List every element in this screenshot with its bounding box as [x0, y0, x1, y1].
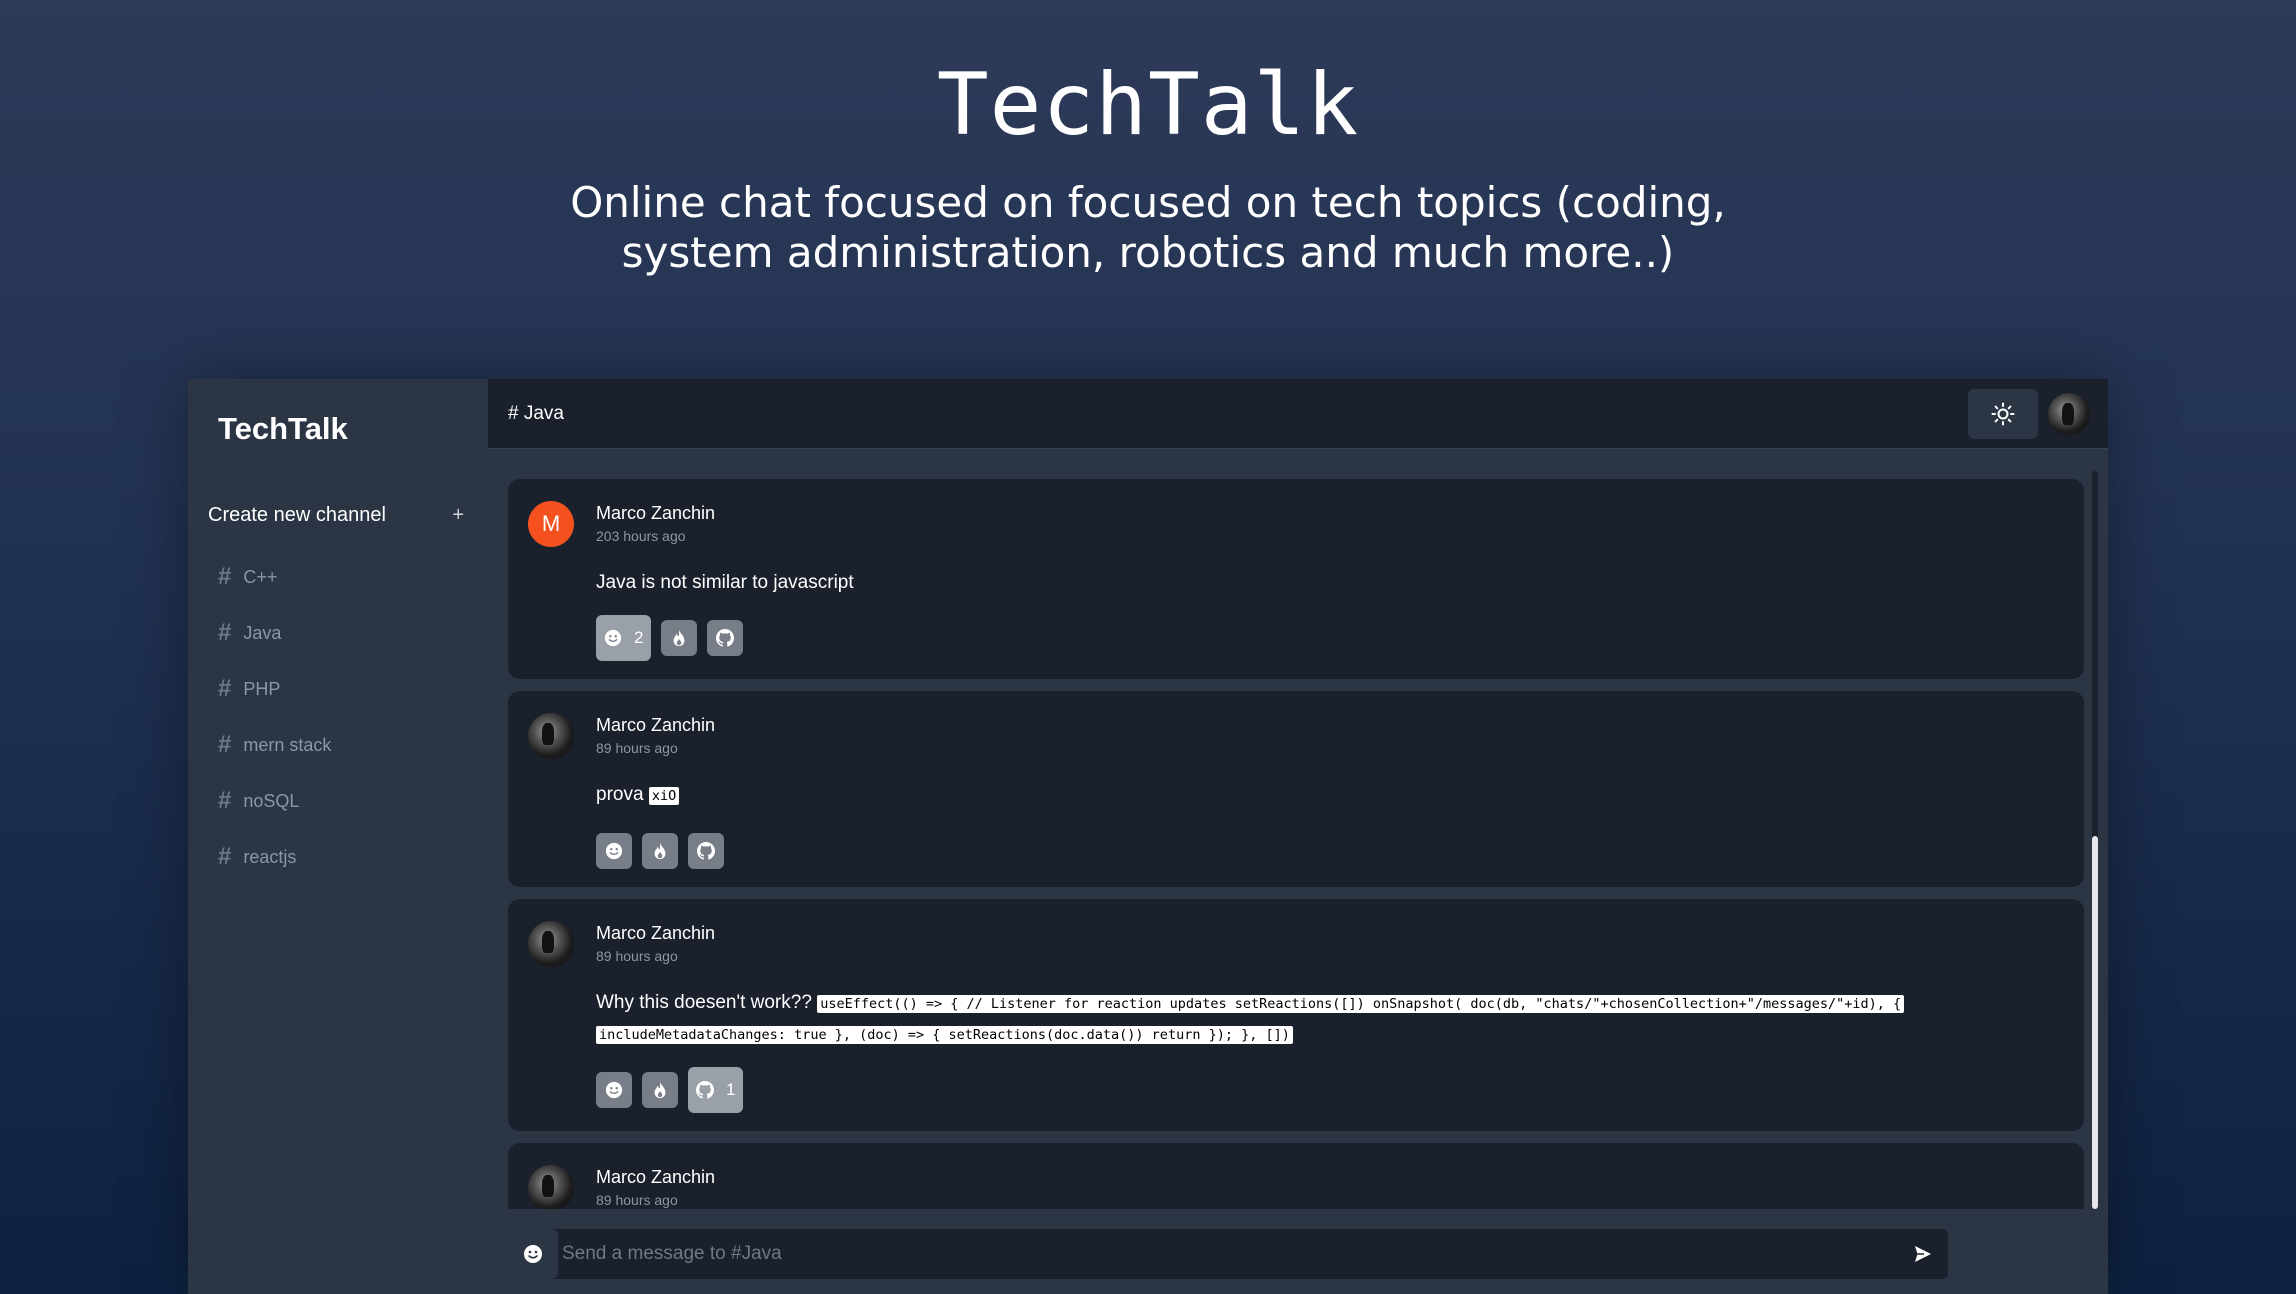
- smile-icon: [604, 629, 622, 647]
- message-item: M Marco Zanchin 203 hours ago Java is no…: [508, 479, 2084, 679]
- hash-icon: #: [218, 619, 232, 646]
- channel-label: noSQL: [243, 790, 300, 811]
- sun-icon: [1991, 402, 2015, 426]
- message-text: prova xiO: [596, 780, 2064, 811]
- reaction-smile-button[interactable]: [596, 1072, 632, 1108]
- message-author: Marco Zanchin: [596, 715, 716, 735]
- create-channel-button[interactable]: Create new channel +: [208, 495, 468, 535]
- hash-icon: #: [218, 675, 232, 702]
- channel-label: C++: [243, 566, 278, 587]
- send-button[interactable]: [1898, 1229, 1948, 1279]
- avatar: M: [528, 501, 574, 547]
- hero-subtitle: Online chat focused on focused on tech t…: [570, 178, 1726, 277]
- reaction-bar: 2: [596, 615, 2064, 661]
- sidebar: TechTalk Create new channel + # C++ # Ja…: [188, 379, 488, 1294]
- fire-icon: [674, 629, 685, 647]
- reaction-count: 1: [726, 1080, 736, 1099]
- plus-icon: +: [452, 503, 464, 526]
- emoji-picker-button[interactable]: [508, 1229, 558, 1279]
- brand-logo: TechTalk: [218, 411, 348, 446]
- reaction-fire-button[interactable]: [661, 620, 698, 656]
- create-channel-label: Create new channel: [208, 503, 386, 526]
- message-timestamp: 89 hours ago: [596, 1192, 678, 1208]
- github-icon: [697, 842, 715, 860]
- sidebar-item-mern-stack[interactable]: # mern stack: [208, 717, 468, 773]
- message-scrollbar[interactable]: [2092, 471, 2098, 1209]
- message-item: Marco Zanchin 89 hours ago: [508, 1143, 2084, 1209]
- fire-icon: [654, 842, 666, 860]
- message-text-content: Why this doesen't work??: [596, 992, 812, 1013]
- reaction-smile-button[interactable]: 2: [596, 615, 652, 661]
- reaction-count: 2: [634, 628, 644, 647]
- reaction-fire-button[interactable]: [642, 833, 678, 869]
- sidebar-item-cpp[interactable]: # C++: [208, 549, 468, 605]
- smile-icon: [524, 1245, 542, 1263]
- reaction-bar: [596, 833, 2064, 869]
- scrollbar-thumb[interactable]: [2092, 836, 2098, 1209]
- message-author: Marco Zanchin: [596, 1167, 716, 1187]
- channel-list: # C++ # Java # PHP # mern stack # noSQL …: [208, 549, 468, 885]
- channel-title: # Java: [508, 403, 564, 424]
- hash-icon: #: [218, 843, 232, 870]
- message-timestamp: 89 hours ago: [596, 740, 678, 756]
- message-author: Marco Zanchin: [596, 923, 716, 943]
- sidebar-item-java[interactable]: # Java: [208, 605, 468, 661]
- avatar: [528, 921, 574, 967]
- hero-title: TechTalk: [936, 55, 1360, 155]
- reaction-github-button[interactable]: 1: [688, 1067, 744, 1113]
- chat-area: # Java M Marco Zanchin 203 hours ago Jav…: [488, 379, 2108, 1294]
- message-input[interactable]: [558, 1229, 1898, 1279]
- avatar: [528, 1165, 574, 1209]
- avatar: [528, 713, 574, 759]
- reaction-fire-button[interactable]: [642, 1072, 678, 1108]
- message-author: Marco Zanchin: [596, 503, 716, 523]
- sidebar-item-nosql[interactable]: # noSQL: [208, 773, 468, 829]
- message-timestamp: 203 hours ago: [596, 528, 686, 544]
- smile-icon: [605, 1081, 623, 1099]
- inline-code: xiO: [648, 787, 680, 805]
- chat-header: # Java: [488, 379, 2108, 449]
- smile-icon: [605, 842, 623, 860]
- channel-label: PHP: [243, 678, 281, 699]
- message-text-content: Java is not similar to javascript: [596, 572, 854, 593]
- message-timestamp: 89 hours ago: [596, 948, 678, 964]
- theme-toggle-button[interactable]: [1968, 389, 2038, 439]
- message-list[interactable]: M Marco Zanchin 203 hours ago Java is no…: [508, 479, 2084, 1209]
- reaction-bar: 1: [596, 1067, 2064, 1113]
- sidebar-item-reactjs[interactable]: # reactjs: [208, 829, 468, 885]
- reaction-github-button[interactable]: [688, 833, 724, 869]
- hash-icon: #: [218, 731, 232, 758]
- reaction-github-button[interactable]: [707, 620, 744, 656]
- message-text: Why this doesen't work?? useEffect(() =>…: [596, 988, 2064, 1050]
- github-icon: [696, 1081, 714, 1099]
- channel-label: reactjs: [243, 846, 297, 867]
- app-window: TechTalk Create new channel + # C++ # Ja…: [188, 379, 2108, 1294]
- message-text-content: prova: [596, 784, 644, 805]
- github-icon: [716, 629, 735, 647]
- hash-icon: #: [218, 787, 232, 814]
- message-composer: [508, 1229, 1948, 1279]
- message-item: Marco Zanchin 89 hours ago prova xiO: [508, 691, 2084, 887]
- fire-icon: [654, 1081, 666, 1099]
- reaction-smile-button[interactable]: [596, 833, 632, 869]
- message-item: Marco Zanchin 89 hours ago Why this does…: [508, 899, 2084, 1131]
- message-text: Java is not similar to javascript: [596, 568, 2064, 598]
- send-icon: [1915, 1246, 1931, 1262]
- channel-label: Java: [243, 622, 282, 643]
- channel-label: mern stack: [243, 734, 332, 755]
- sidebar-item-php[interactable]: # PHP: [208, 661, 468, 717]
- hash-icon: #: [218, 563, 232, 590]
- user-avatar[interactable]: [2048, 393, 2090, 435]
